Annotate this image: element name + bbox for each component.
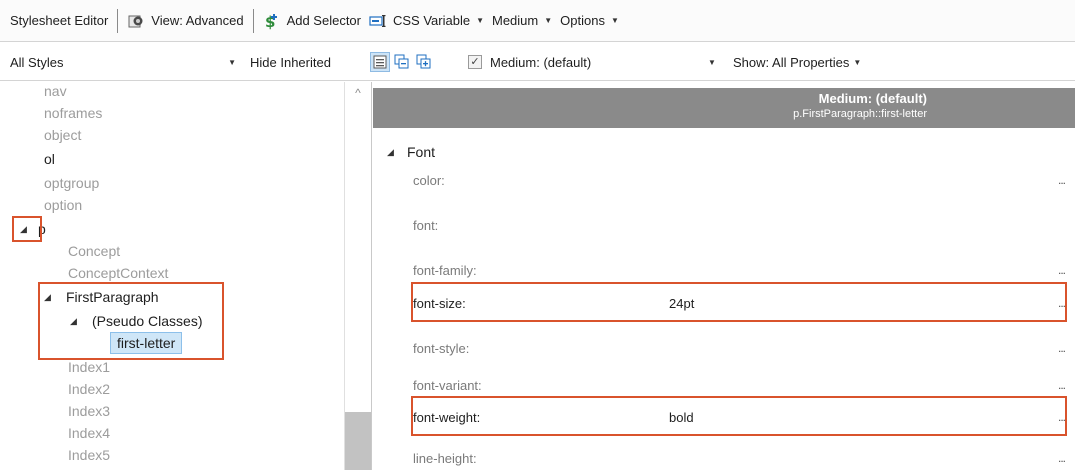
highlight-box-font-size xyxy=(411,282,1067,322)
medium-checkbox-label: Medium: (default) xyxy=(490,54,592,70)
medium-select-toggle[interactable]: ▼ xyxy=(708,43,716,81)
property-name: font-variant: xyxy=(413,377,482,393)
chevron-down-icon: ▼ xyxy=(544,16,553,25)
font-section-label: Font xyxy=(407,144,436,160)
chevron-down-icon: ▼ xyxy=(610,16,619,25)
view-mode-buttons xyxy=(370,43,437,81)
tree-node-label: Index1 xyxy=(68,359,111,375)
property-name: line-height: xyxy=(413,450,477,466)
tree-node-label: ol xyxy=(44,151,55,167)
tree-node[interactable]: Index3 xyxy=(68,400,110,422)
property-name: color: xyxy=(413,172,445,188)
tree-node-label: optgroup xyxy=(44,175,100,191)
property-name: font-family: xyxy=(413,262,477,278)
selector-tree: nav noframes object ol optgroup option ◢… xyxy=(0,82,372,470)
medium-checkbox[interactable]: ✓ Medium: (default) xyxy=(468,43,591,81)
tree-node-label: Index3 xyxy=(68,403,111,419)
add-selector-icon: $ xyxy=(263,12,281,30)
options-dropdown[interactable]: Options ▼ xyxy=(556,8,623,34)
properties-header-selector: p.FirstParagraph::first-letter xyxy=(793,108,927,120)
tree-node[interactable]: Index5 xyxy=(68,444,110,466)
tree-node-label: Index4 xyxy=(68,425,111,441)
list-view-icon[interactable] xyxy=(370,52,390,72)
property-row-font-family[interactable]: font-family: ... xyxy=(413,255,1066,285)
tree-node-label: nav xyxy=(44,83,67,99)
chevron-down-icon: ▼ xyxy=(228,57,236,67)
property-row-font[interactable]: font: xyxy=(413,210,1065,240)
ellipsis-button[interactable]: ... xyxy=(1045,263,1066,277)
expand-all-icon[interactable] xyxy=(415,53,433,71)
tree-node[interactable]: nav xyxy=(44,82,67,102)
toolbar-separator xyxy=(117,8,119,33)
property-row-font-style[interactable]: font-style: ... xyxy=(413,333,1066,363)
properties-header: Medium: (default) p.FirstParagraph::firs… xyxy=(373,88,1075,128)
highlight-box-font-weight xyxy=(411,396,1067,436)
filter-bar: All Styles ▼ Hide Inherited ✓ Medium: (d… xyxy=(0,43,1075,81)
editor-title: Stylesheet Editor xyxy=(6,8,112,34)
tree-node-label: ConceptContext xyxy=(68,265,169,281)
styles-select-value: All Styles xyxy=(10,54,64,70)
property-row-color[interactable]: color: ... xyxy=(413,165,1066,195)
tree-node-label: noframes xyxy=(44,105,103,121)
properties-header-title: Medium: (default) xyxy=(818,91,927,106)
hide-inherited-label: Hide Inherited xyxy=(250,54,331,70)
options-label: Options xyxy=(560,13,605,28)
ellipsis-button[interactable]: ... xyxy=(1045,451,1066,465)
property-name: font-style: xyxy=(413,340,470,356)
chevron-down-icon: ▼ xyxy=(853,57,862,67)
tree-node-label: option xyxy=(44,197,83,213)
css-variable-label: CSS Variable xyxy=(393,13,471,28)
preview-icon xyxy=(127,12,145,30)
add-selector-button[interactable]: $ Add Selector xyxy=(259,8,365,34)
tree-node[interactable]: object xyxy=(44,124,81,146)
property-name: font: xyxy=(413,217,439,233)
css-variable-icon xyxy=(369,12,387,30)
ellipsis-button[interactable]: ... xyxy=(1045,378,1066,392)
medium-label: Medium xyxy=(492,13,539,28)
scroll-thumb[interactable] xyxy=(345,412,371,470)
scroll-up-icon[interactable]: ^ xyxy=(345,86,371,100)
show-properties-select[interactable]: Show: All Properties ▼ xyxy=(733,43,861,81)
highlight-box-firstparagraph xyxy=(38,282,224,360)
tree-node[interactable]: Concept xyxy=(68,240,120,262)
tree-node[interactable]: optgroup xyxy=(44,172,99,194)
tree-scrollbar[interactable]: ^ xyxy=(344,82,371,470)
tree-node[interactable]: Index2 xyxy=(68,378,110,400)
highlight-box-p xyxy=(12,216,42,242)
chevron-down-icon: ▼ xyxy=(708,57,716,67)
tree-node[interactable]: Index4 xyxy=(68,422,110,444)
editor-title-label: Stylesheet Editor xyxy=(10,13,109,28)
tree-node[interactable]: ConceptContext xyxy=(68,262,168,284)
tree-node-label: Index5 xyxy=(68,447,111,463)
tree-node[interactable]: noframes xyxy=(44,102,102,124)
css-variable-dropdown[interactable]: CSS Variable ▼ xyxy=(365,8,488,34)
view-advanced-label: View: Advanced xyxy=(151,13,244,28)
font-section-header[interactable]: ◢ Font xyxy=(387,144,435,160)
properties-panel: Medium: (default) p.FirstParagraph::firs… xyxy=(373,82,1075,470)
view-advanced-button[interactable]: View: Advanced xyxy=(123,8,247,34)
collapse-all-icon[interactable] xyxy=(393,53,411,71)
toolbar-separator xyxy=(252,8,254,33)
hide-inherited-button[interactable]: Hide Inherited xyxy=(250,43,331,81)
tree-node[interactable]: ol xyxy=(44,148,55,170)
medium-dropdown[interactable]: Medium ▼ xyxy=(488,8,556,34)
add-selector-label: Add Selector xyxy=(286,13,361,28)
property-row-line-height[interactable]: line-height: ... xyxy=(413,443,1066,470)
chevron-down-icon: ▼ xyxy=(476,16,484,25)
toolbar: Stylesheet Editor View: Advanced $ Add S… xyxy=(0,0,1075,42)
tree-node-label: object xyxy=(44,127,82,143)
tree-node-label: Concept xyxy=(68,243,121,259)
ellipsis-button[interactable]: ... xyxy=(1045,341,1066,355)
show-properties-value: Show: All Properties xyxy=(733,54,850,70)
ellipsis-button[interactable]: ... xyxy=(1045,173,1066,187)
tree-node[interactable]: option xyxy=(44,194,82,216)
expanded-arrow-icon[interactable]: ◢ xyxy=(387,147,399,158)
styles-select[interactable]: All Styles ▼ xyxy=(10,43,236,81)
checkmark-icon[interactable]: ✓ xyxy=(468,55,482,69)
tree-node-label: Index2 xyxy=(68,381,111,397)
